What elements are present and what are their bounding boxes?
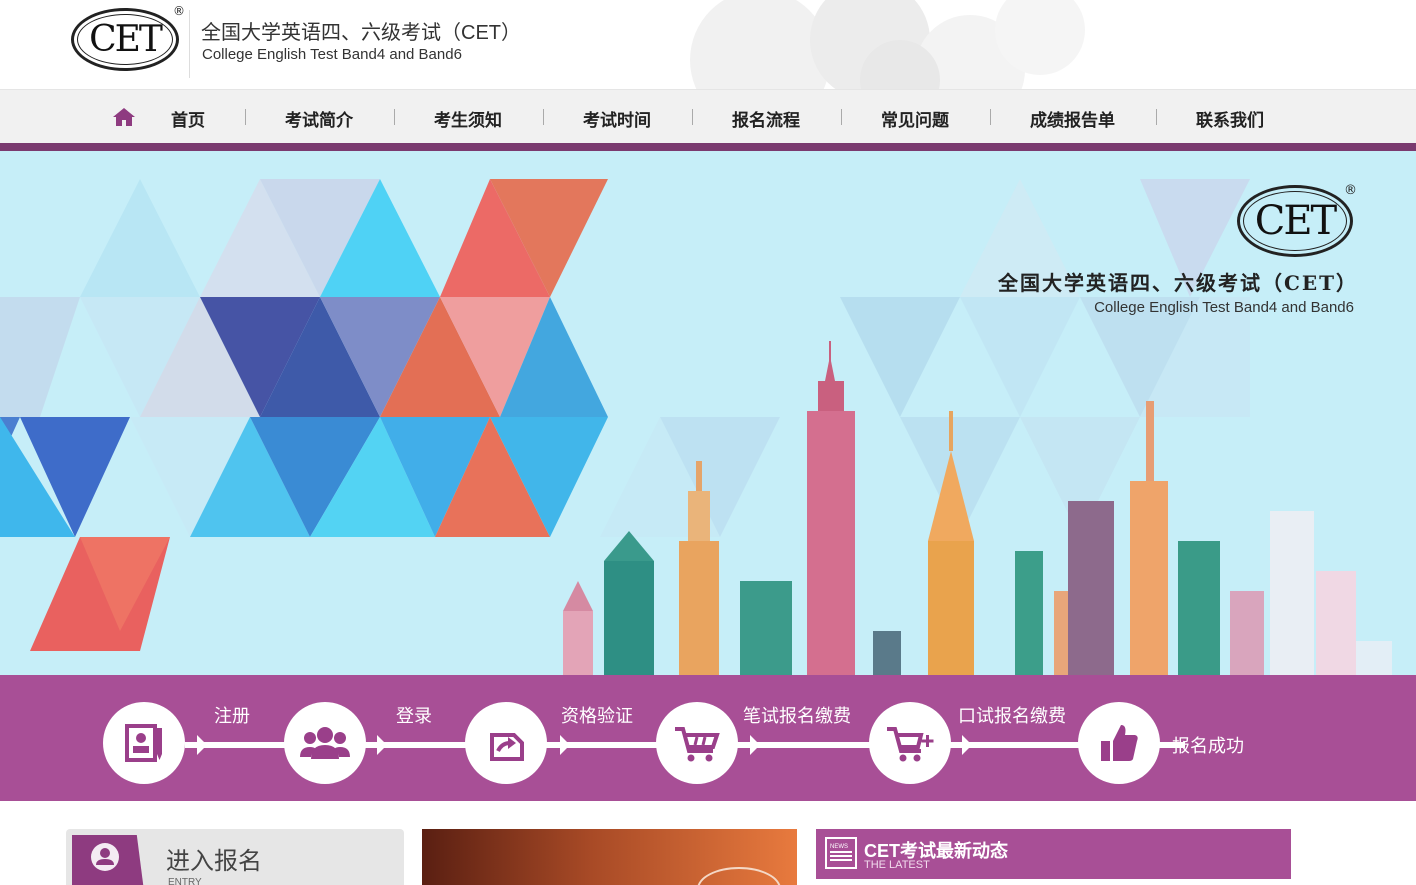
process-arrow bbox=[197, 735, 207, 755]
cart-icon bbox=[675, 727, 720, 762]
entry-title[interactable]: 进入报名 bbox=[166, 841, 262, 876]
entry-icon-tab bbox=[72, 835, 144, 885]
site-header: CET ® 全国大学英语四、六级考试（CET） College English … bbox=[0, 0, 1416, 89]
header-decoration bbox=[640, 0, 1100, 89]
entry-subtitle: ENTRY bbox=[168, 877, 202, 885]
process-arrow bbox=[377, 735, 387, 755]
news-icon-text: NEWS bbox=[830, 844, 848, 850]
news-header[interactable]: NEWS CET考试最新动态 THE LATEST bbox=[816, 829, 1291, 879]
news-subtitle: THE LATEST bbox=[864, 859, 930, 871]
step-success-label[interactable]: 报名成功 bbox=[1172, 732, 1244, 758]
step-success-button[interactable] bbox=[1078, 702, 1160, 784]
step-login-label[interactable]: 登录 bbox=[396, 702, 432, 728]
nav-separator bbox=[394, 109, 395, 125]
nav-item-home[interactable]: 首页 bbox=[171, 106, 205, 131]
registered-mark: ® bbox=[173, 4, 185, 18]
site-title-en: College English Test Band4 and Band6 bbox=[202, 46, 462, 63]
step-register-label[interactable]: 注册 bbox=[214, 702, 250, 728]
site-title-cn: 全国大学英语四、六级考试（CET） bbox=[201, 22, 521, 44]
logo-divider bbox=[189, 10, 190, 78]
step-written-fee-button[interactable] bbox=[656, 702, 738, 784]
step-written-fee-label[interactable]: 笔试报名缴费 bbox=[743, 702, 851, 728]
nav-item-schedule[interactable]: 考试时间 bbox=[583, 106, 651, 131]
cet-logo[interactable]: CET bbox=[71, 8, 179, 71]
nav-accent-bar bbox=[0, 143, 1416, 151]
main-nav: 首页 考试简介 考生须知 考试时间 报名流程 常见问题 成绩报告单 联系我们 bbox=[0, 89, 1416, 144]
news-icon: NEWS bbox=[825, 837, 857, 869]
thumbs-up-icon bbox=[1101, 725, 1138, 761]
cart-plus-icon bbox=[887, 727, 934, 762]
process-arrow bbox=[560, 735, 570, 755]
banner-logo-text: CET bbox=[1254, 198, 1337, 244]
banner-title-cn: 全国大学英语四、六级考试（CET） bbox=[997, 271, 1358, 295]
step-login-button[interactable] bbox=[284, 702, 366, 784]
nav-separator bbox=[245, 109, 246, 125]
nav-item-score-report[interactable]: 成绩报告单 bbox=[1030, 106, 1115, 131]
step-verify-label[interactable]: 资格验证 bbox=[561, 702, 633, 728]
hero-banner: CET ® 全国大学英语四、六级考试（CET） College English … bbox=[0, 151, 1416, 675]
nav-separator bbox=[1156, 109, 1157, 125]
banner-registered-mark: ® bbox=[1344, 183, 1357, 198]
feature-logo-outline bbox=[697, 867, 781, 885]
step-oral-fee-label[interactable]: 口试报名缴费 bbox=[958, 702, 1066, 728]
home-icon[interactable] bbox=[112, 107, 136, 127]
logo-text: CET bbox=[89, 19, 163, 60]
step-oral-fee-button[interactable] bbox=[869, 702, 951, 784]
process-arrow bbox=[750, 735, 760, 755]
nav-item-process[interactable]: 报名流程 bbox=[732, 106, 800, 131]
banner-cet-logo: CET bbox=[1237, 185, 1353, 257]
nav-item-faq[interactable]: 常见问题 bbox=[881, 106, 949, 131]
nav-separator bbox=[692, 109, 693, 125]
process-arrow bbox=[962, 735, 972, 755]
registration-process-bar: 注册 登录 资格验证 笔试报名缴费 口试报名缴费 报名成功 bbox=[0, 675, 1416, 801]
entry-panel[interactable]: 进入报名 ENTRY bbox=[66, 829, 404, 885]
nav-item-notice[interactable]: 考生须知 bbox=[434, 106, 502, 131]
nav-item-contact[interactable]: 联系我们 bbox=[1196, 106, 1264, 131]
feature-image[interactable] bbox=[422, 829, 797, 885]
nav-item-intro[interactable]: 考试简介 bbox=[285, 106, 353, 131]
banner-artwork bbox=[0, 179, 1392, 675]
nav-separator bbox=[990, 109, 991, 125]
nav-separator bbox=[543, 109, 544, 125]
banner-title-en: College English Test Band4 and Band6 bbox=[1094, 299, 1354, 316]
register-icon bbox=[125, 724, 162, 762]
step-register-button[interactable] bbox=[103, 702, 185, 784]
step-verify-button[interactable] bbox=[465, 702, 547, 784]
verify-icon bbox=[490, 733, 524, 761]
users-icon bbox=[300, 727, 350, 759]
nav-separator bbox=[841, 109, 842, 125]
user-icon bbox=[91, 843, 119, 871]
